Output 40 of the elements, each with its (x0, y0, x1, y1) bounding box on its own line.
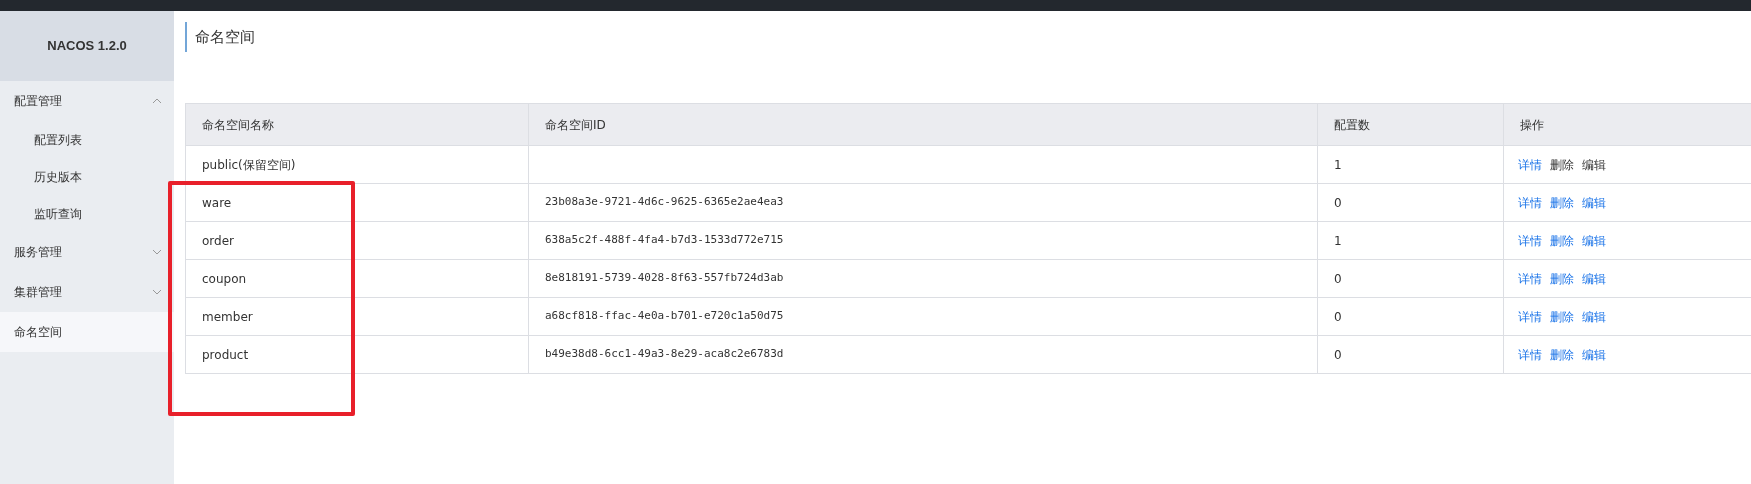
action-link[interactable]: 详情 (1518, 193, 1542, 212)
sidebar-item[interactable]: 命名空间 (0, 312, 174, 352)
table-cell-text: 0 (1334, 346, 1342, 364)
table-cell-text: 0 (1334, 308, 1342, 326)
table-cell-text: public(保留空间) (202, 156, 296, 174)
action-link[interactable]: 删除 (1550, 345, 1574, 364)
table-cell: 638a5c2f-488f-4fa4-b7d3-1533d772e715 (545, 232, 784, 249)
table-cell-text: 0 (1334, 270, 1342, 288)
action-link[interactable]: 详情 (1518, 269, 1542, 288)
action-link[interactable]: 编辑 (1582, 345, 1606, 364)
app-logo: NACOS 1.2.0 (47, 37, 127, 56)
column-header: 配置数 (1334, 116, 1370, 134)
action-link[interactable]: 删除 (1550, 269, 1574, 288)
action-link[interactable]: 删除 (1550, 193, 1574, 212)
column-header: 命名空间名称 (202, 116, 274, 134)
table-cell-text: order (202, 232, 234, 250)
table-cell-text: coupon (202, 270, 247, 288)
action-link[interactable]: 删除 (1550, 231, 1574, 250)
table-cell: a68cf818-ffac-4e0a-b701-e720c1a50d75 (545, 308, 784, 325)
table-cell: 23b08a3e-9721-4d6c-9625-6365e2ae4ea3 (545, 194, 784, 211)
table-cell-text: 0 (1334, 194, 1342, 212)
page-title: 命名空间 (195, 26, 255, 48)
action-link[interactable]: 编辑 (1582, 231, 1606, 250)
action-link[interactable]: 详情 (1518, 231, 1542, 250)
table-cell: 8e818191-5739-4028-8f63-557fb724d3ab (545, 270, 784, 287)
table-cell: b49e38d8-6cc1-49a3-8e29-aca8c2e6783d (545, 346, 784, 363)
table-cell-text: 1 (1334, 232, 1342, 250)
column-header: 命名空间ID (545, 116, 606, 134)
action-link[interactable]: 删除 (1550, 307, 1574, 326)
action-link[interactable]: 编辑 (1582, 269, 1606, 288)
action-link[interactable]: 详情 (1518, 155, 1542, 174)
action-link[interactable]: 详情 (1518, 345, 1542, 364)
column-header: 操作 (1520, 116, 1544, 134)
action-link[interactable]: 详情 (1518, 307, 1542, 326)
action-link[interactable]: 编辑 (1582, 193, 1606, 212)
table-cell-text: member (202, 308, 253, 326)
table-cell-text: 1 (1334, 156, 1342, 174)
action-link[interactable]: 编辑 (1582, 307, 1606, 326)
table-cell-text: product (202, 346, 249, 364)
table-cell-text: ware (202, 194, 232, 212)
